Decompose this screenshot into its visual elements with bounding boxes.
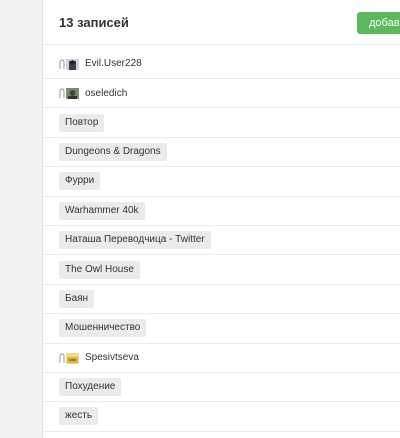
user-link[interactable]: Spesivtseva: [59, 352, 139, 364]
list-item: жесть: [43, 402, 400, 432]
user-icon: [59, 88, 65, 99]
tag-chip[interactable]: Dungeons & Dragons: [59, 142, 167, 161]
tag-chip[interactable]: Мошенничество: [59, 319, 147, 338]
panel-header: 13 записей добавить: [43, 0, 400, 45]
list-item: Наташа Переводчица - Twitter: [43, 226, 400, 256]
user-icon: [59, 58, 65, 69]
user-name: Evil.User228: [85, 58, 142, 69]
list-item: Похудение: [43, 373, 400, 403]
avatar: [66, 87, 79, 100]
tag-chip[interactable]: Похудение: [59, 378, 122, 397]
ignore-list-panel: 13 записей добавить Evil.User228 oseledi…: [42, 0, 400, 438]
list-item: Баян: [43, 285, 400, 315]
list-item: Фурри: [43, 167, 400, 197]
tag-chip[interactable]: Наташа Переводчица - Twitter: [59, 231, 211, 250]
tag-chip[interactable]: Повтор: [59, 113, 105, 132]
tag-chip[interactable]: The Owl House: [59, 260, 140, 279]
user-icon: [59, 353, 65, 363]
tag-chip[interactable]: Warhammer 40k: [59, 201, 145, 220]
list-item: Dungeons & Dragons: [43, 138, 400, 168]
avatar: [66, 352, 79, 364]
add-button[interactable]: добавить: [357, 12, 400, 34]
list-item: Мошенничество: [43, 314, 400, 344]
entries-list: Evil.User228 oseledich Повтор Dungeons &…: [43, 45, 400, 432]
user-name: Spesivtseva: [85, 352, 139, 364]
list-item: Warhammer 40k: [43, 197, 400, 226]
tag-chip[interactable]: Фурри: [59, 172, 101, 191]
list-item: The Owl House: [43, 255, 400, 285]
tag-chip[interactable]: жесть: [59, 407, 99, 426]
list-item: Spesivtseva: [43, 344, 400, 373]
user-link[interactable]: oseledich: [59, 87, 128, 100]
user-link[interactable]: Evil.User228: [59, 58, 142, 70]
user-name: oseledich: [85, 87, 128, 99]
avatar: [66, 58, 79, 70]
list-item: Повтор: [43, 108, 400, 138]
tag-chip[interactable]: Баян: [59, 289, 95, 308]
list-item: Evil.User228: [43, 45, 400, 79]
records-count: 13 записей: [59, 14, 129, 30]
list-item: oseledich: [43, 79, 400, 109]
